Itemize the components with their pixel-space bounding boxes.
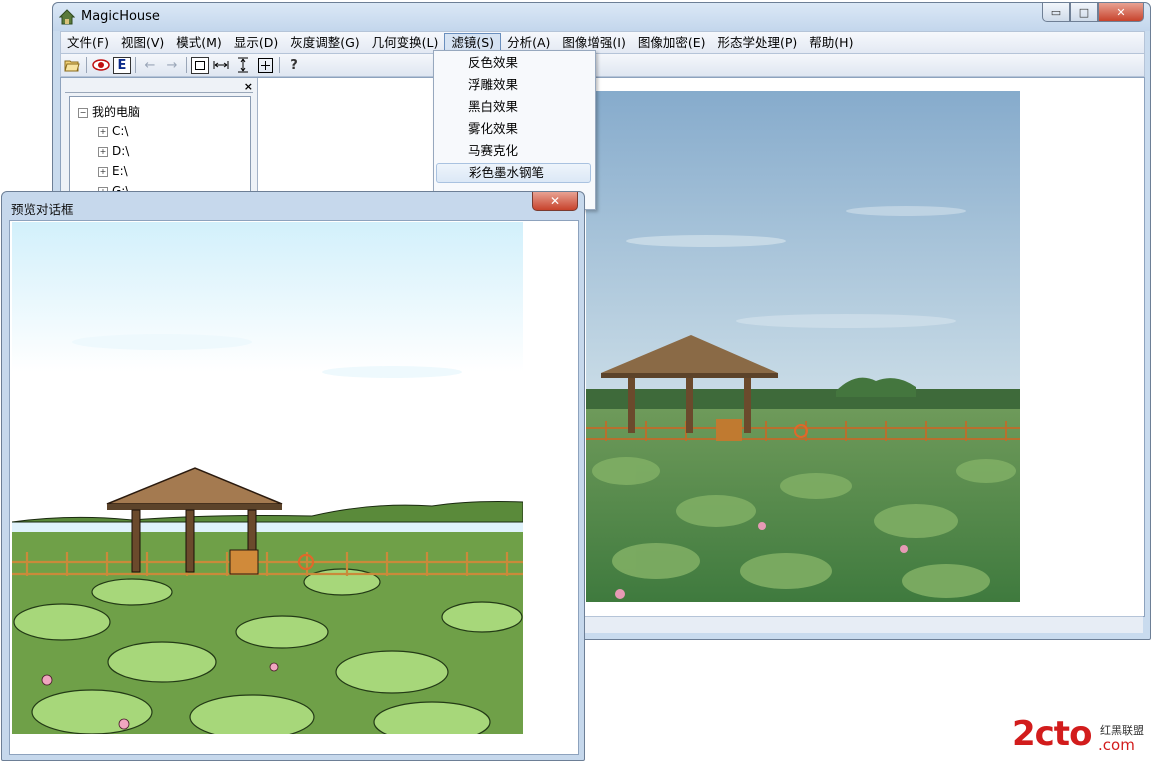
tree-node-drive-e[interactable]: + E:\ bbox=[98, 164, 128, 178]
back-button[interactable]: ← bbox=[140, 56, 160, 74]
maximize-button[interactable]: □ bbox=[1070, 3, 1098, 22]
toolbar-separator bbox=[135, 57, 136, 73]
filter-dropdown-menu: 反色效果 浮雕效果 黑白效果 雾化效果 马赛克化 彩色墨水钢笔 bbox=[433, 50, 596, 210]
menu-view[interactable]: 视图(V) bbox=[115, 33, 170, 52]
expand-icon[interactable]: + bbox=[98, 166, 108, 177]
filter-item-black-white[interactable]: 黑白效果 bbox=[436, 97, 591, 117]
fit-width-button[interactable] bbox=[211, 56, 231, 74]
open-folder-button[interactable] bbox=[62, 56, 82, 74]
dialog-title: 预览对话框 bbox=[11, 202, 74, 217]
tree-node-label: C:\ bbox=[112, 124, 129, 138]
tree-node-drive-d[interactable]: + D:\ bbox=[98, 144, 129, 158]
preview-image bbox=[12, 222, 523, 734]
tree-node-drive-c[interactable]: + C:\ bbox=[98, 124, 128, 138]
dialog-body bbox=[9, 220, 579, 755]
eye-icon bbox=[92, 59, 110, 71]
menu-bar: 文件(F) 视图(V) 模式(M) 显示(D) 灰度调整(G) 几何变换(L) … bbox=[60, 31, 1145, 54]
forward-button[interactable]: → bbox=[162, 56, 182, 74]
help-button[interactable]: ? bbox=[284, 56, 304, 74]
e-label: E bbox=[117, 57, 127, 73]
menu-morphology[interactable]: 形态学处理(P) bbox=[712, 33, 804, 52]
watermark-suffix: .com bbox=[1098, 736, 1135, 754]
fit-window-icon bbox=[257, 57, 273, 73]
toolbar-separator bbox=[279, 57, 280, 73]
fit-width-icon bbox=[213, 61, 229, 69]
close-icon: ✕ bbox=[549, 194, 561, 208]
original-image bbox=[586, 91, 1020, 602]
maximize-icon: □ bbox=[1078, 5, 1090, 19]
window-title: MagicHouse bbox=[81, 9, 160, 24]
expand-icon[interactable]: + bbox=[98, 146, 108, 157]
tree-node-my-computer[interactable]: − 我的电脑 bbox=[78, 103, 140, 120]
square-icon bbox=[195, 60, 205, 70]
filter-item-mosaic[interactable]: 马赛克化 bbox=[436, 141, 591, 161]
filter-item-invert[interactable]: 反色效果 bbox=[436, 53, 591, 73]
menu-mode[interactable]: 模式(M) bbox=[170, 33, 228, 52]
menu-file[interactable]: 文件(F) bbox=[61, 33, 115, 52]
toolbar-separator bbox=[186, 57, 187, 73]
window-controls: ▭ □ ✕ bbox=[1042, 3, 1144, 22]
fit-height-icon bbox=[238, 57, 248, 73]
toolbar: E ← → ? bbox=[60, 53, 1145, 77]
lotus-pond-photo bbox=[586, 91, 1020, 602]
tree-node-label: E:\ bbox=[112, 164, 128, 178]
tree-pane-gripper[interactable] bbox=[65, 82, 253, 93]
filtered-lotus-photo bbox=[12, 222, 523, 734]
filter-item-emboss[interactable]: 浮雕效果 bbox=[436, 75, 591, 95]
menu-display[interactable]: 显示(D) bbox=[228, 33, 284, 52]
expand-icon[interactable]: + bbox=[98, 126, 108, 137]
watermark-logo: 2cto 红黑联盟 .com bbox=[1012, 714, 1150, 758]
close-button[interactable]: ✕ bbox=[1098, 3, 1144, 22]
view-eye-button[interactable] bbox=[91, 56, 111, 74]
actual-size-button[interactable] bbox=[191, 56, 209, 74]
minimize-button[interactable]: ▭ bbox=[1042, 3, 1070, 22]
menu-grayscale[interactable]: 灰度调整(G) bbox=[284, 33, 365, 52]
tree-node-label: 我的电脑 bbox=[92, 105, 141, 119]
filter-item-fog[interactable]: 雾化效果 bbox=[436, 119, 591, 139]
tree-node-label: D:\ bbox=[112, 144, 130, 158]
dialog-close-button[interactable]: ✕ bbox=[532, 192, 578, 211]
main-titlebar[interactable]: MagicHouse ▭ □ ✕ bbox=[53, 3, 1150, 31]
arrow-left-icon: ← bbox=[144, 57, 156, 73]
close-icon: ✕ bbox=[1116, 5, 1126, 19]
menu-help[interactable]: 帮助(H) bbox=[803, 33, 859, 52]
collapse-icon[interactable]: − bbox=[78, 107, 88, 118]
app-house-icon bbox=[59, 9, 75, 25]
toolbar-separator bbox=[86, 57, 87, 73]
watermark-brand: 2cto bbox=[1012, 714, 1092, 754]
minimize-icon: ▭ bbox=[1050, 5, 1062, 19]
fit-height-button[interactable] bbox=[233, 56, 253, 74]
open-folder-icon bbox=[64, 60, 80, 72]
menu-encrypt[interactable]: 图像加密(E) bbox=[632, 33, 712, 52]
filter-item-color-ink-pen[interactable]: 彩色墨水钢笔 bbox=[436, 163, 591, 183]
fit-window-button[interactable] bbox=[255, 56, 275, 74]
e-button[interactable]: E bbox=[113, 56, 131, 74]
arrow-right-icon: → bbox=[166, 57, 178, 73]
preview-dialog: 预览对话框 ✕ bbox=[1, 191, 585, 761]
tree-close-icon[interactable]: × bbox=[244, 80, 253, 93]
help-question-icon: ? bbox=[290, 57, 298, 73]
